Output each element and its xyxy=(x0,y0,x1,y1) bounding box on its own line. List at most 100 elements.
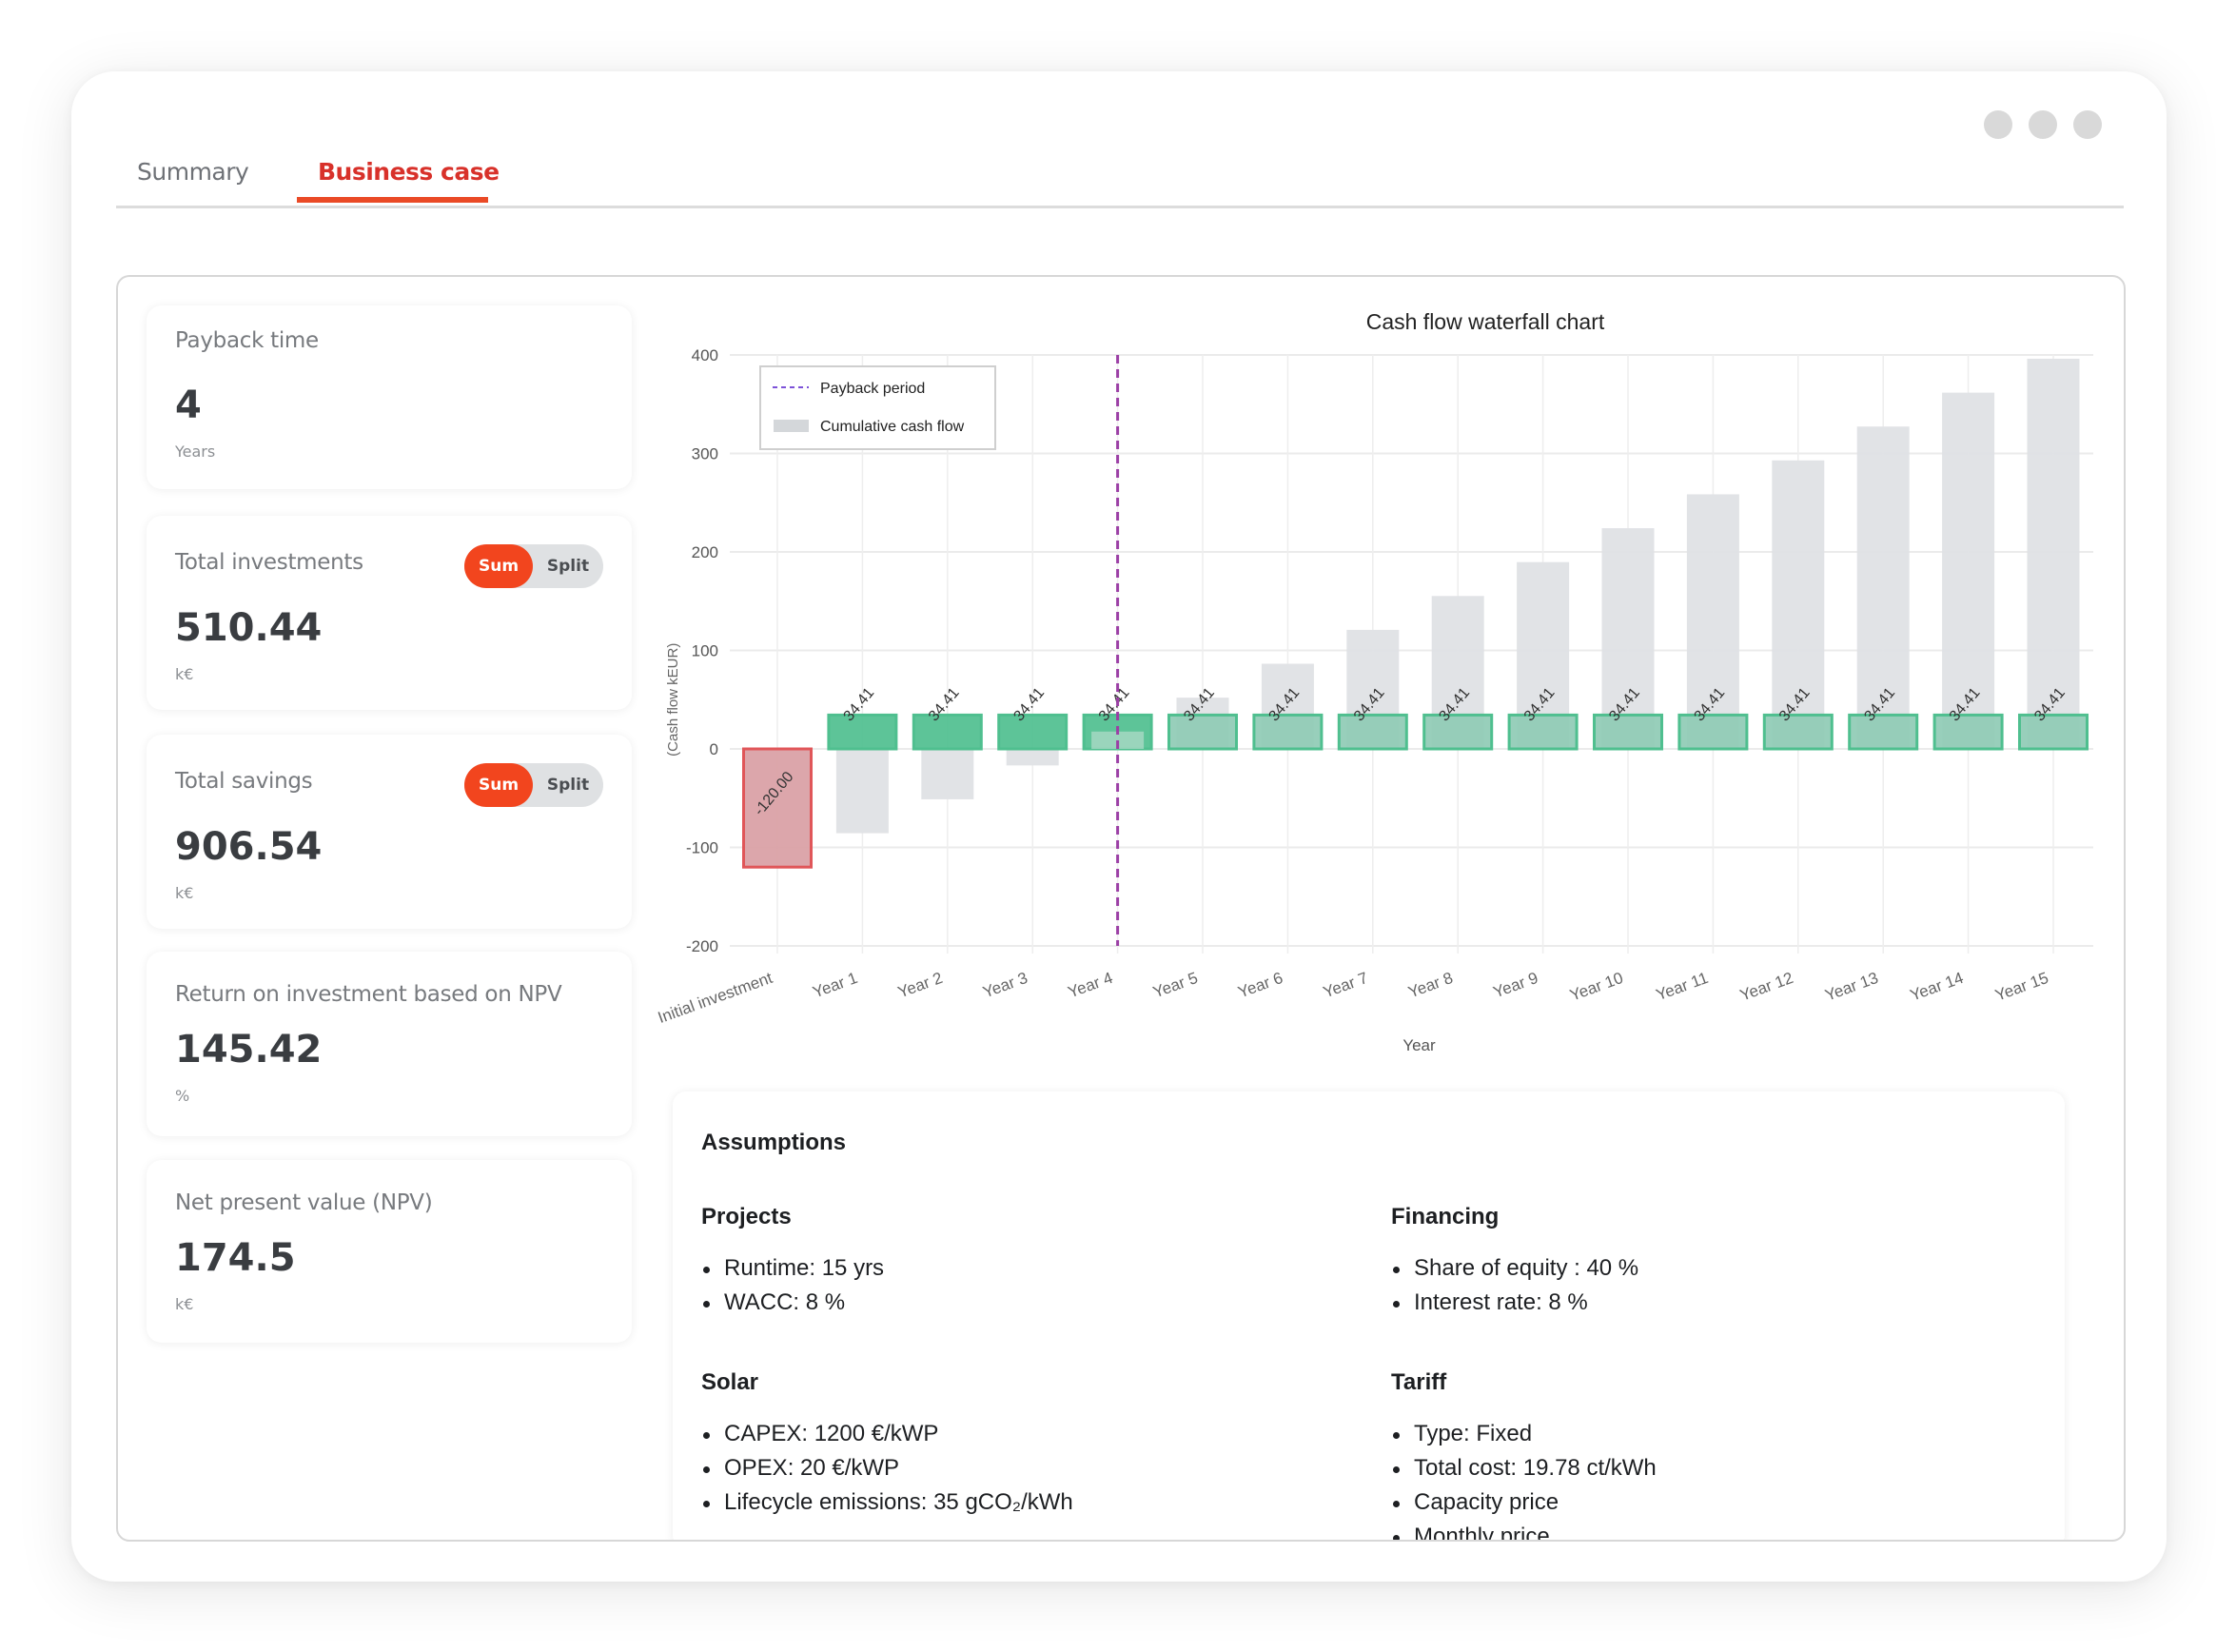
y-tick-label: 0 xyxy=(710,740,718,758)
y-tick-label: -100 xyxy=(686,839,718,857)
x-tick-label: Year 8 xyxy=(1405,969,1455,1001)
x-tick-label: Year 13 xyxy=(1823,969,1881,1005)
list-item: Interest rate: 8 % xyxy=(1391,1286,1638,1320)
section-heading-projects: Projects xyxy=(701,1204,792,1229)
y-tick-label: 400 xyxy=(692,346,718,364)
x-tick-label: Year 9 xyxy=(1491,969,1540,1001)
cashflow-bar xyxy=(1422,713,1494,751)
sum-split-toggle[interactable]: Sum Split xyxy=(464,763,603,807)
window-dot-icon[interactable] xyxy=(2029,110,2057,139)
cashflow-bar xyxy=(1848,713,1919,751)
y-tick-label: 200 xyxy=(692,543,718,561)
list-item: Monthly price xyxy=(1391,1520,1657,1540)
y-tick-label: -200 xyxy=(686,937,718,955)
section-heading-financing: Financing xyxy=(1391,1204,1500,1229)
cashflow-bar xyxy=(1337,713,1408,751)
cashflow-bar xyxy=(1762,713,1834,751)
cashflow-bar xyxy=(1677,713,1749,751)
business-case-panel: Payback time 4 Years Total investments S… xyxy=(116,275,2126,1542)
list-item: Share of equity : 40 % xyxy=(1391,1251,1638,1286)
cashflow-bar xyxy=(997,713,1069,751)
kpi-card-npv: Net present value (NPV) 174.5 k€ xyxy=(147,1160,632,1343)
cumulative-bar xyxy=(921,749,974,799)
toggle-sum-option[interactable]: Sum xyxy=(464,763,533,807)
window-controls xyxy=(1984,110,2102,139)
toggle-sum-option[interactable]: Sum xyxy=(464,544,533,588)
toggle-split-option[interactable]: Split xyxy=(533,763,603,807)
tab-bar: Summary Business case xyxy=(116,143,2124,208)
x-tick-label: Year 6 xyxy=(1236,969,1285,1001)
x-tick-label: Year 4 xyxy=(1066,969,1115,1001)
assumptions-card: Assumptions Projects Runtime: 15 yrs WAC… xyxy=(673,1092,2065,1540)
waterfall-chart-svg: Cash flow waterfall chart 400 300 200 100 0 -… xyxy=(656,309,2093,1054)
x-tick-label: Year 2 xyxy=(895,969,945,1001)
active-tab-indicator xyxy=(297,197,488,203)
list-item: Type: Fixed xyxy=(1391,1417,1657,1451)
kpi-value: 145.42 xyxy=(175,1028,323,1072)
cashflow-bar xyxy=(1252,713,1324,751)
x-tick-labels: Initial investment Year 1 Year 2 Year 3 Year… xyxy=(656,969,2050,1027)
kpi-label: Payback time xyxy=(175,328,319,353)
kpi-card-total-savings: Total savings Sum Split 906.54 k€ xyxy=(147,735,632,929)
y-axis-label: (Cash flow kEUR) xyxy=(665,643,681,757)
toggle-split-option[interactable]: Split xyxy=(533,544,603,588)
section-heading-tariff: Tariff xyxy=(1391,1369,1447,1395)
kpi-label: Net present value (NPV) xyxy=(175,1190,433,1215)
window-dot-icon[interactable] xyxy=(1984,110,2012,139)
y-tick-label: 100 xyxy=(692,642,718,660)
cashflow-bar xyxy=(912,713,983,751)
tab-summary[interactable]: Summary xyxy=(137,158,249,186)
kpi-card-total-investments: Total investments Sum Split 510.44 k€ xyxy=(147,516,632,710)
tariff-list: Type: Fixed Total cost: 19.78 ct/kWh Cap… xyxy=(1391,1417,1657,1540)
list-item: Capacity price xyxy=(1391,1485,1657,1520)
assumptions-title: Assumptions xyxy=(701,1130,847,1155)
x-tick-label: Year 7 xyxy=(1321,969,1370,1001)
kpi-unit: Years xyxy=(175,442,216,461)
tab-business-case[interactable]: Business case xyxy=(318,158,500,186)
legend-box xyxy=(759,365,996,450)
chart-title: Cash flow waterfall chart xyxy=(1366,309,1605,334)
legend-gray-box-icon xyxy=(774,420,809,432)
cashflow-bar xyxy=(1932,713,2004,751)
x-tick-label: Year 15 xyxy=(1992,969,2050,1005)
legend-label-cumulative: Cumulative cash flow xyxy=(820,419,965,435)
list-item: CAPEX: 1200 €/kWP xyxy=(701,1417,1073,1451)
x-tick-label: Year 12 xyxy=(1737,969,1795,1005)
cashflow-bar xyxy=(1167,713,1238,751)
kpi-value: 4 xyxy=(175,384,202,427)
solar-list: CAPEX: 1200 €/kWP OPEX: 20 €/kWP Lifecyc… xyxy=(701,1417,1073,1520)
list-item: Runtime: 15 yrs xyxy=(701,1251,884,1286)
x-tick-label: Year 1 xyxy=(811,969,860,1001)
kpi-value: 906.54 xyxy=(175,825,323,869)
projects-list: Runtime: 15 yrs WACC: 8 % xyxy=(701,1251,884,1320)
y-tick-label: 300 xyxy=(692,445,718,463)
x-tick-label: Year 10 xyxy=(1567,969,1625,1005)
window-dot-icon[interactable] xyxy=(2073,110,2102,139)
kpi-label: Total savings xyxy=(175,769,313,794)
cash-flow-chart: Cash flow waterfall chart 400 300 200 100 0 -… xyxy=(651,277,2124,1095)
x-axis-label: Year xyxy=(1402,1036,1436,1054)
kpi-card-payback-time: Payback time 4 Years xyxy=(147,305,632,489)
kpi-unit: k€ xyxy=(175,884,194,902)
kpi-value: 510.44 xyxy=(175,606,323,650)
kpi-unit: k€ xyxy=(175,1295,194,1313)
cashflow-bar xyxy=(2018,713,2089,751)
list-item: WACC: 8 % xyxy=(701,1286,884,1320)
cashflow-bar xyxy=(1593,713,1663,751)
y-tick-labels: 400 300 200 100 0 -100 -200 xyxy=(686,346,718,955)
cashflow-bar xyxy=(827,713,898,751)
sum-split-toggle[interactable]: Sum Split xyxy=(464,544,603,588)
kpi-card-roi: Return on investment based on NPV 145.42… xyxy=(147,952,632,1136)
legend-label-payback: Payback period xyxy=(820,381,925,397)
kpi-value: 174.5 xyxy=(175,1236,296,1280)
list-item: Lifecycle emissions: 35 gCO₂/kWh xyxy=(701,1485,1073,1520)
cumulative-bar xyxy=(835,749,889,834)
x-tick-label: Year 3 xyxy=(980,969,1030,1001)
x-tick-label: Year 14 xyxy=(1908,969,1966,1005)
kpi-label: Total investments xyxy=(175,550,363,575)
cumulative-bar xyxy=(1006,749,1059,766)
list-item: OPEX: 20 €/kWP xyxy=(701,1451,1073,1485)
cashflow-bar xyxy=(1507,713,1579,751)
section-heading-solar: Solar xyxy=(701,1369,759,1395)
kpi-unit: k€ xyxy=(175,665,194,683)
